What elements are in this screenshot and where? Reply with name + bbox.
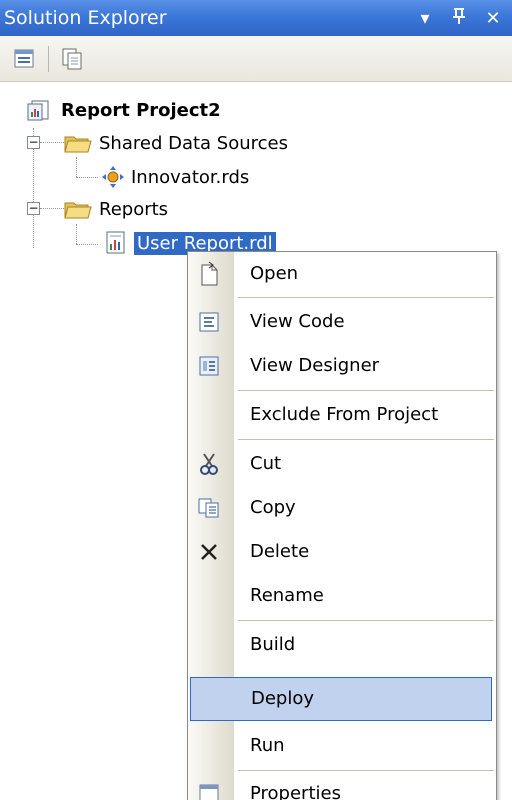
menu-separator (238, 439, 494, 440)
pin-icon[interactable] (442, 7, 476, 30)
menu-item-label: Build (250, 634, 296, 655)
menu-separator (238, 770, 494, 771)
item-label: Innovator.rds (131, 166, 250, 188)
report-file-icon (104, 230, 128, 256)
menu-item-view-code[interactable]: View Code (188, 300, 496, 344)
folder-label: Shared Data Sources (99, 132, 288, 154)
tree-node-reports[interactable]: Reports (64, 194, 171, 224)
menu-item-label: Copy (250, 497, 296, 518)
menu-item-label: View Designer (250, 355, 380, 376)
toolbar-separator (48, 45, 49, 72)
menu-item-rename[interactable]: Rename (188, 574, 496, 618)
menu-item-view-designer[interactable]: View Designer (188, 344, 496, 388)
title-bar: Solution Explorer ▾ ✕ (0, 0, 512, 36)
dropdown-icon[interactable]: ▾ (408, 8, 442, 29)
menu-item-properties[interactable]: Properties (188, 772, 496, 800)
menu-item-label: Run (250, 735, 285, 756)
properties-icon[interactable] (8, 42, 42, 76)
menu-item-build[interactable]: Build (188, 623, 496, 667)
tree-line (76, 244, 98, 245)
tree-node-shared-data-sources[interactable]: Shared Data Sources (64, 128, 291, 158)
context-menu: Open View Code View Designer Exclude Fro… (187, 251, 497, 800)
menu-item-label: Rename (250, 585, 324, 606)
menu-item-label: Exclude From Project (250, 404, 439, 425)
project-label: Report Project2 (61, 99, 221, 121)
menu-item-copy[interactable]: Copy (188, 486, 496, 530)
menu-item-label: Properties (250, 783, 341, 800)
menu-separator (238, 390, 494, 391)
tree-node-project[interactable]: Report Project2 (26, 95, 224, 125)
menu-item-open[interactable]: Open (188, 252, 496, 296)
tree-line (76, 157, 77, 177)
menu-separator (238, 620, 494, 621)
copy-icon (196, 496, 222, 520)
open-icon (196, 261, 222, 286)
tree-line (40, 208, 64, 209)
menu-item-delete[interactable]: Delete (188, 530, 496, 574)
toolbar (0, 36, 512, 82)
menu-item-label: View Code (250, 311, 345, 332)
menu-item-deploy[interactable]: Deploy (190, 677, 492, 721)
tree-line (40, 142, 64, 143)
window-title: Solution Explorer (4, 7, 167, 29)
tree-node-innovator-rds[interactable]: Innovator.rds (100, 162, 252, 192)
expander-shared-data-sources[interactable]: − (27, 136, 40, 149)
menu-item-label: Delete (250, 541, 310, 562)
menu-item-exclude-from-project[interactable]: Exclude From Project (188, 393, 496, 437)
folder-icon (64, 131, 92, 155)
menu-separator (238, 297, 494, 298)
menu-item-label: Deploy (251, 688, 315, 709)
view-designer-icon (196, 354, 222, 378)
report-project-icon (26, 97, 52, 123)
properties-icon (196, 782, 222, 800)
menu-item-run[interactable]: Run (188, 724, 496, 768)
menu-item-cut[interactable]: Cut (188, 442, 496, 486)
data-source-icon (100, 164, 126, 190)
tree-line (76, 177, 98, 178)
folder-label: Reports (99, 198, 169, 220)
close-icon[interactable]: ✕ (476, 8, 510, 29)
cut-icon (196, 452, 222, 476)
tree-line (76, 224, 77, 244)
view-code-icon (196, 310, 222, 334)
folder-icon (64, 197, 92, 221)
menu-item-label: Cut (250, 453, 282, 474)
delete-icon (196, 540, 222, 564)
show-all-files-icon[interactable] (55, 42, 89, 76)
expander-reports[interactable]: − (27, 202, 40, 215)
title-controls: ▾ ✕ (408, 0, 510, 36)
menu-item-label: Open (250, 263, 299, 284)
